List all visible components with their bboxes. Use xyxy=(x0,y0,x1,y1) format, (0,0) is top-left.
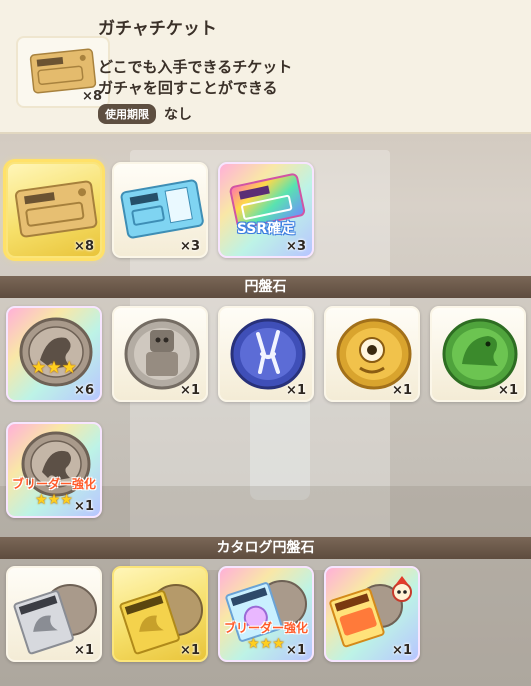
item-description: どこでも入手できるチケット ガチャを回すことができる xyxy=(98,57,292,99)
item-lion-disc[interactable]: ★★★ ×6 xyxy=(6,306,102,402)
breeder-boost-badge: ブリーダー強化 xyxy=(11,477,96,491)
item-quantity: ×1 xyxy=(74,643,94,658)
item-blue-ticket[interactable]: ×3 xyxy=(112,162,208,258)
breeder-boost-badge: ブリーダー強化 xyxy=(223,621,308,635)
item-quantity: ×1 xyxy=(180,383,200,398)
item-catalog-rainbow[interactable]: ×1 xyxy=(324,566,420,662)
item-ssr-ticket[interactable]: SSR確定 ×3 xyxy=(218,162,314,258)
item-catalog-gold[interactable]: ×1 xyxy=(112,566,208,662)
item-quantity: ×1 xyxy=(286,383,306,398)
expiry-value: なし xyxy=(164,107,192,123)
item-quantity: ×1 xyxy=(498,383,518,398)
description-line-2: ガチャを回すことができる xyxy=(98,79,278,97)
description-line-1: どこでも入手できるチケット xyxy=(98,58,293,76)
item-quantity: ×1 xyxy=(392,643,412,658)
expiry-row: 使用期限 なし xyxy=(98,104,192,124)
ssr-guaranteed-badge: SSR確定 xyxy=(236,221,296,237)
item-quantity: ×1 xyxy=(286,643,306,658)
item-robot-disc[interactable]: ×1 xyxy=(112,306,208,402)
item-quantity: ×6 xyxy=(74,383,94,398)
item-quantity: ×1 xyxy=(74,499,94,514)
item-quantity: ×1 xyxy=(392,383,412,398)
detail-thumbnail: ×8 xyxy=(16,36,110,108)
item-catalog-breeder[interactable]: ブリーダー強化 ★★★ ×1 xyxy=(218,566,314,662)
item-detail-panel: ×8 ガチャチケット どこでも入手できるチケット ガチャを回すことができる 使用… xyxy=(0,0,531,134)
expiry-label: 使用期限 xyxy=(98,104,156,124)
item-gacha-ticket[interactable]: ×8 xyxy=(6,162,102,258)
item-cyclops-disc[interactable]: ×1 xyxy=(324,306,420,402)
section-header-enbanseki: 円盤石 xyxy=(0,276,531,298)
item-catalog-silver[interactable]: ×1 xyxy=(6,566,102,662)
item-title: ガチャチケット xyxy=(98,19,217,39)
item-quantity: ×1 xyxy=(180,643,200,658)
section-header-catalog-enbanseki: カタログ円盤石 xyxy=(0,537,531,559)
item-breeder-disc[interactable]: ブリーダー強化 ★★★ ×1 xyxy=(6,422,102,518)
item-quantity: ×3 xyxy=(180,239,200,254)
rarity-stars: ★★★ xyxy=(31,358,77,378)
item-quantity: ×8 xyxy=(74,239,94,254)
item-quantity: ×3 xyxy=(286,239,306,254)
item-rabbit-disc[interactable]: ×1 xyxy=(218,306,314,402)
item-dragon-disc[interactable]: ×1 xyxy=(430,306,526,402)
